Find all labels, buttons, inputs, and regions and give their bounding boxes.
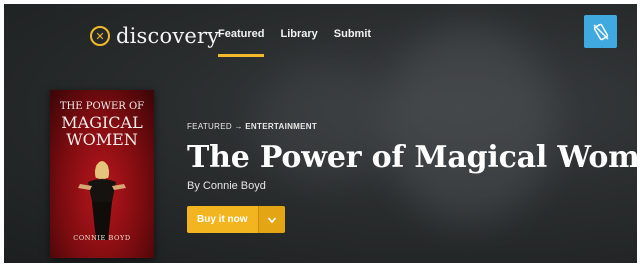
- corner-action-button[interactable]: [584, 15, 617, 48]
- tab-featured[interactable]: Featured: [218, 28, 265, 57]
- logo-text: discovery: [116, 24, 220, 48]
- nav-tabs: Featured Library Submit: [218, 28, 371, 57]
- buy-options-dropdown[interactable]: [257, 206, 285, 233]
- book-title: The Power of Magical Women: [187, 140, 637, 175]
- book-author: By Connie Boyd: [187, 180, 266, 192]
- top-nav: ✕ discovery Featured Library Submit: [4, 4, 637, 64]
- compass-icon: ✕: [90, 26, 110, 46]
- phone-off-icon: [592, 23, 609, 40]
- breadcrumb-category[interactable]: ENTERTAINMENT: [245, 122, 317, 131]
- logo[interactable]: ✕ discovery: [90, 24, 219, 48]
- breadcrumb-section[interactable]: FEATURED: [187, 122, 232, 131]
- cover-author: CONNIE BOYD: [73, 234, 131, 242]
- cover-figure: [78, 161, 126, 240]
- breadcrumb-arrow: →: [234, 122, 243, 131]
- buy-button-group: Buy it now: [187, 206, 285, 233]
- tab-library[interactable]: Library: [280, 28, 317, 40]
- chevron-down-icon: [267, 216, 276, 223]
- breadcrumb: FEATURED → ENTERTAINMENT: [187, 122, 317, 131]
- book-cover[interactable]: THE POWER OF MAGICAL WOMEN CONNIE BOYD: [50, 90, 154, 258]
- hero-banner: ✕ discovery Featured Library Submit THE …: [4, 4, 637, 263]
- buy-button[interactable]: Buy it now: [187, 206, 258, 233]
- tab-submit[interactable]: Submit: [334, 28, 371, 40]
